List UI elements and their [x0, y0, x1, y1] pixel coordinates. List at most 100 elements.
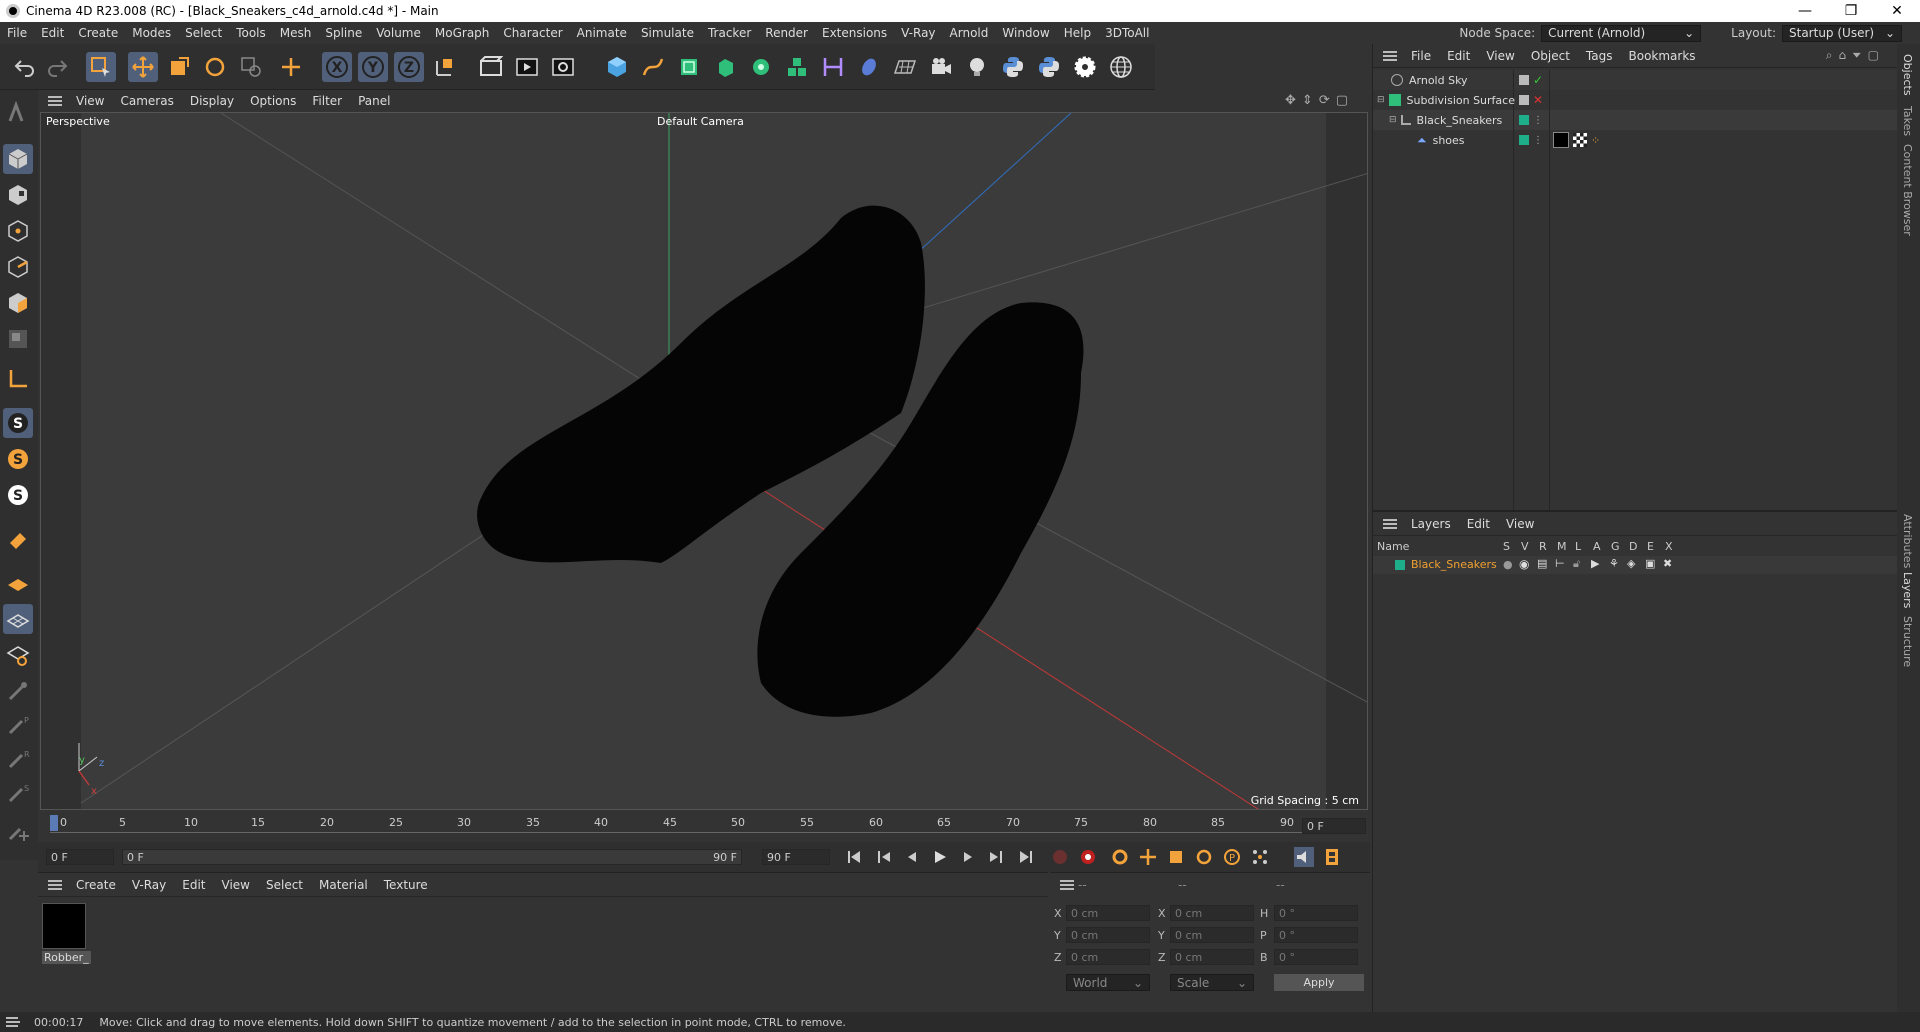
render-settings-button[interactable] — [548, 52, 578, 82]
menu-tools[interactable]: Tools — [229, 26, 273, 40]
python-plugin-button[interactable] — [1034, 52, 1064, 82]
layer-color-swatch[interactable] — [1395, 560, 1405, 570]
object-menu-object[interactable]: Object — [1523, 49, 1578, 63]
rot-b-field[interactable]: 0 ° — [1274, 949, 1358, 965]
object-search-icons[interactable]: ⌕⌂⏷▢ — [1826, 48, 1885, 63]
status-hamburger-icon[interactable] — [6, 1017, 20, 1027]
visibility-toggle[interactable] — [1519, 95, 1529, 105]
object-menu-view[interactable]: View — [1478, 49, 1522, 63]
menu-file[interactable]: File — [0, 26, 34, 40]
live-selection-button[interactable] — [86, 52, 116, 82]
enabled-check-icon[interactable]: ✓ — [1533, 73, 1543, 87]
layer-hamburger-icon[interactable] — [1383, 518, 1397, 529]
weight-tool-button[interactable]: S — [3, 778, 33, 808]
scale-tool-button[interactable] — [164, 52, 194, 82]
tab-content-browser[interactable]: Content Browser — [1901, 144, 1914, 236]
light-button[interactable] — [962, 52, 992, 82]
current-frame-field[interactable]: 0 F — [1302, 818, 1366, 834]
viewport-menu-cameras[interactable]: Cameras — [112, 94, 181, 108]
maximize-button[interactable]: ❐ — [1828, 0, 1874, 22]
tab-layers[interactable]: Layers — [1901, 572, 1914, 608]
material-menu-material[interactable]: Material — [311, 878, 376, 892]
x-axis-lock-button[interactable]: X — [322, 52, 352, 82]
solo-button[interactable]: S — [3, 444, 33, 474]
vis-dots-icon[interactable]: ⋮ — [1533, 115, 1543, 126]
apply-button[interactable]: Apply — [1274, 974, 1364, 991]
expressions-icon[interactable]: ▣ — [1645, 557, 1655, 570]
menu-render[interactable]: Render — [758, 26, 815, 40]
menu-3dtoall[interactable]: 3DToAll — [1098, 26, 1156, 40]
generators-icon[interactable]: ⚘ — [1609, 557, 1619, 570]
object-row-shoes[interactable]: ⏶ shoes — [1417, 130, 1465, 150]
paint-tool-button[interactable] — [3, 676, 33, 706]
key-move-button[interactable] — [1138, 847, 1158, 867]
rot-h-field[interactable]: 0 ° — [1274, 905, 1358, 921]
menu-simulate[interactable]: Simulate — [634, 26, 701, 40]
mograph-button[interactable] — [782, 52, 812, 82]
viewport-nav-icons[interactable]: ✥⇕⟳▢ — [1285, 93, 1354, 108]
layer-name[interactable]: Black_Sneakers — [1411, 558, 1497, 571]
material-name[interactable]: Robber_ — [42, 951, 91, 964]
axis-mode-button[interactable] — [3, 364, 33, 394]
material-menu-vray[interactable]: V-Ray — [124, 878, 174, 892]
rotate-tool-button[interactable] — [200, 52, 230, 82]
layer-color-tag[interactable] — [1519, 115, 1529, 125]
snap-button[interactable]: S — [3, 408, 33, 438]
viewport-menu-filter[interactable]: Filter — [304, 94, 350, 108]
pose-tool-button[interactable]: P — [3, 710, 33, 740]
animation-play-icon[interactable]: ▶ — [1591, 557, 1599, 570]
menu-character[interactable]: Character — [496, 26, 569, 40]
viewport-menu-view[interactable]: View — [68, 94, 112, 108]
texture-mode-button[interactable] — [3, 180, 33, 210]
extrude-button[interactable] — [710, 52, 740, 82]
frame-range-slider[interactable]: 0 F 90 F — [122, 849, 742, 865]
record-keys-button[interactable] — [1050, 847, 1070, 867]
material-hamburger-icon[interactable] — [48, 879, 62, 890]
menu-modes[interactable]: Modes — [125, 26, 178, 40]
solo-hierarchy-button[interactable]: S — [3, 480, 33, 510]
z-axis-lock-button[interactable]: Z — [394, 52, 424, 82]
point-mode-button[interactable] — [3, 216, 33, 246]
menu-create[interactable]: Create — [71, 26, 125, 40]
pos-z-field[interactable]: 0 cm — [1066, 949, 1150, 965]
menu-edit[interactable]: Edit — [34, 26, 71, 40]
edge-mode-button[interactable] — [3, 252, 33, 282]
coord-system-dropdown[interactable]: World ⌄ — [1066, 974, 1150, 991]
menu-mesh[interactable]: Mesh — [273, 26, 319, 40]
subdivision-button[interactable] — [674, 52, 704, 82]
layer-menu-layers[interactable]: Layers — [1403, 517, 1459, 531]
globe-button[interactable] — [1106, 52, 1136, 82]
grid-button[interactable] — [3, 604, 33, 634]
lock-icon[interactable]: 🔓︎ — [1573, 557, 1580, 571]
object-menu-tags[interactable]: Tags — [1578, 49, 1621, 63]
locked-workplane-button[interactable] — [3, 640, 33, 670]
rot-p-field[interactable]: 0 ° — [1274, 927, 1358, 943]
menu-vray[interactable]: V-Ray — [894, 26, 942, 40]
polygon-mode-button[interactable] — [3, 288, 33, 318]
menu-extensions[interactable]: Extensions — [815, 26, 894, 40]
menu-tracker[interactable]: Tracker — [701, 26, 758, 40]
menu-mograph[interactable]: MoGraph — [428, 26, 497, 40]
next-frame-button[interactable] — [958, 847, 978, 867]
object-menu-edit[interactable]: Edit — [1439, 49, 1478, 63]
start-frame-field[interactable]: 0 F — [46, 849, 114, 865]
end-frame-field[interactable]: 90 F — [762, 849, 830, 865]
object-row-subdivision-surface[interactable]: ⊟ Subdivision Surface — [1377, 90, 1515, 110]
menu-help[interactable]: Help — [1057, 26, 1098, 40]
tab-attributes[interactable]: Attributes — [1901, 514, 1914, 568]
deformer-button[interactable] — [818, 52, 848, 82]
close-button[interactable]: ✕ — [1874, 0, 1920, 22]
material-menu-select[interactable]: Select — [258, 878, 311, 892]
cube-button[interactable] — [602, 52, 632, 82]
vis-dots-icon[interactable]: ⋮ — [1533, 135, 1543, 146]
visibility-toggle[interactable] — [1519, 75, 1529, 85]
timeline-window-button[interactable] — [1322, 847, 1342, 867]
viewport-hamburger-icon[interactable] — [48, 96, 62, 106]
coord-hamburger-icon[interactable] — [1060, 880, 1074, 890]
material-menu-create[interactable]: Create — [68, 878, 124, 892]
3d-viewport[interactable]: Perspective Default Camera y z x Grid Sp… — [40, 112, 1368, 810]
undo-button[interactable] — [10, 52, 40, 82]
timeline-ruler[interactable]: 0 5 10 15 20 25 30 35 40 45 50 55 60 65 … — [38, 812, 1370, 842]
recent-tool-button[interactable] — [236, 52, 266, 82]
layer-row[interactable]: Black_Sneakers ● ◉ ▤ ⊢ 🔓︎ ▶ ⚘ ◈ ▣ ✖ — [1373, 556, 1898, 574]
